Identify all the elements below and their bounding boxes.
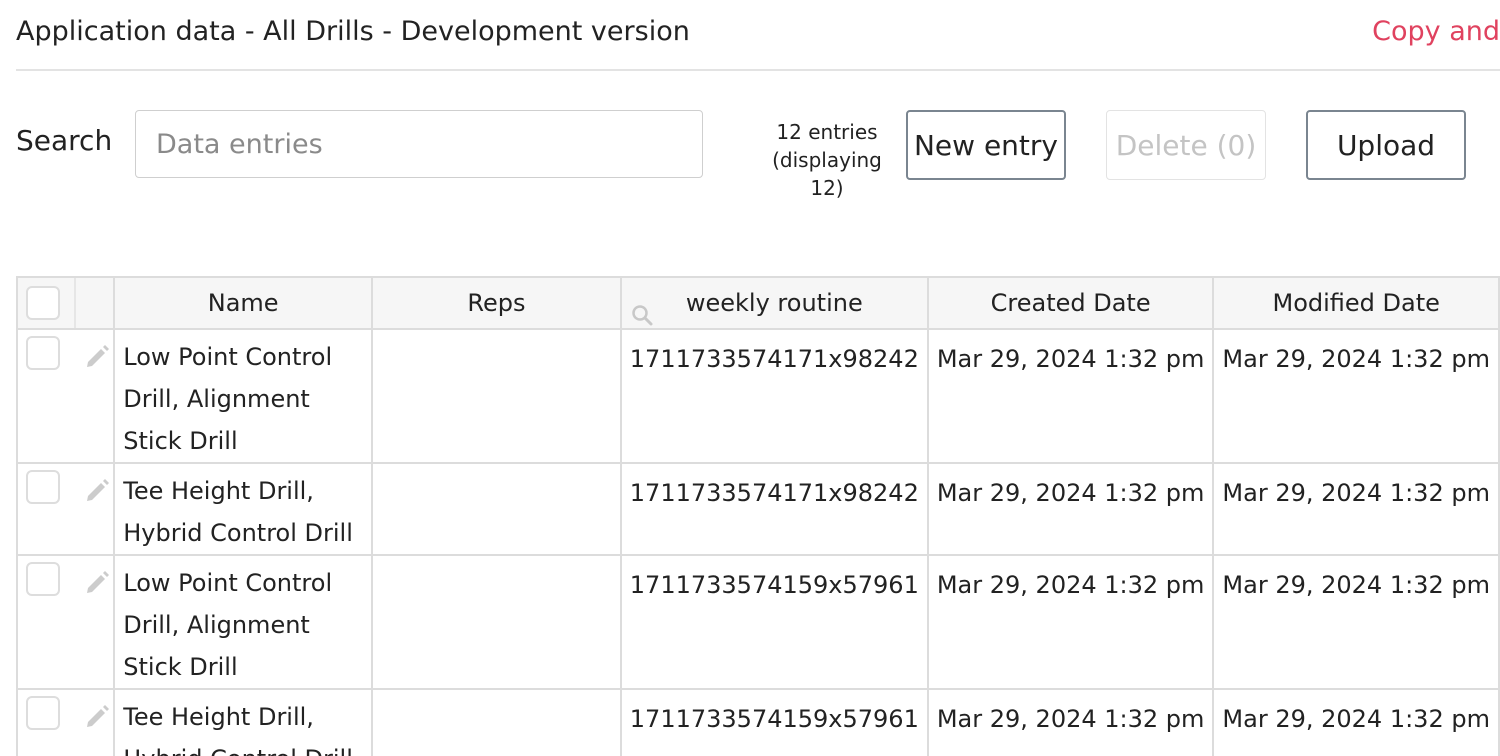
pencil-icon[interactable] bbox=[82, 340, 112, 370]
cell-created-text: Mar 29, 2024 1:32 pm bbox=[936, 345, 1205, 373]
title-bar: Application data - All Drills - Developm… bbox=[16, 0, 1500, 71]
search-icon[interactable] bbox=[630, 303, 654, 327]
row-controls-cell bbox=[15, 688, 116, 756]
header-divider bbox=[74, 278, 76, 328]
select-all-header bbox=[15, 276, 116, 330]
cell-modified: Mar 29, 2024 1:32 pm bbox=[1212, 462, 1500, 556]
upload-button[interactable]: Upload bbox=[1306, 110, 1466, 180]
pencil-icon[interactable] bbox=[82, 700, 112, 730]
search-label: Search bbox=[16, 124, 113, 157]
cell-modified-text: Mar 29, 2024 1:32 pm bbox=[1222, 479, 1490, 507]
cell-reps bbox=[371, 328, 622, 464]
row-checkbox[interactable] bbox=[26, 336, 60, 370]
entries-count-line2: (displaying bbox=[772, 148, 882, 172]
column-header-weekly-routine[interactable]: weekly routine bbox=[619, 276, 929, 330]
cell-reps bbox=[371, 462, 622, 556]
cell-weekly-routine: 1711733574159x57961 bbox=[619, 688, 929, 756]
cell-name: Low Point Control Drill, Alignment Stick… bbox=[113, 328, 374, 464]
table-row[interactable]: Tee Height Drill, Hybrid Control Drill 1… bbox=[15, 462, 1500, 556]
new-entry-button[interactable]: New entry bbox=[906, 110, 1066, 180]
cell-weekly-routine: 1711733574171x98242 bbox=[619, 462, 929, 556]
cell-name: Tee Height Drill, Hybrid Control Drill bbox=[113, 688, 374, 756]
data-table: Name Reps weekly routine Created Date Mo… bbox=[15, 276, 1500, 756]
cell-created-text: Mar 29, 2024 1:32 pm bbox=[936, 705, 1205, 733]
entries-count-line1: 12 entries bbox=[776, 120, 878, 144]
cell-weekly-text: 1711733574159x57961 bbox=[629, 571, 919, 599]
cell-created: Mar 29, 2024 1:32 pm bbox=[926, 328, 1215, 464]
table-row[interactable]: Tee Height Drill, Hybrid Control Drill 1… bbox=[15, 688, 1500, 756]
cell-weekly-text: 1711733574171x98242 bbox=[629, 345, 919, 373]
table-row[interactable]: Low Point Control Drill, Alignment Stick… bbox=[15, 554, 1500, 690]
cell-name: Low Point Control Drill, Alignment Stick… bbox=[113, 554, 374, 690]
table-header-row: Name Reps weekly routine Created Date Mo… bbox=[15, 276, 1500, 330]
delete-button[interactable]: Delete (0) bbox=[1106, 110, 1266, 180]
pencil-icon[interactable] bbox=[82, 566, 112, 596]
row-controls-cell bbox=[15, 328, 116, 464]
pencil-icon[interactable] bbox=[82, 474, 112, 504]
cell-reps-text bbox=[373, 464, 620, 472]
cell-reps bbox=[371, 688, 622, 756]
search-input[interactable] bbox=[135, 110, 703, 178]
cell-created: Mar 29, 2024 1:32 pm bbox=[926, 462, 1215, 556]
row-controls-cell bbox=[15, 554, 116, 690]
row-checkbox[interactable] bbox=[26, 470, 60, 504]
column-header-created[interactable]: Created Date bbox=[926, 276, 1215, 330]
cell-name: Tee Height Drill, Hybrid Control Drill bbox=[113, 462, 374, 556]
cell-modified: Mar 29, 2024 1:32 pm bbox=[1212, 688, 1500, 756]
cell-reps bbox=[371, 554, 622, 690]
cell-reps-text bbox=[373, 690, 620, 698]
row-checkbox[interactable] bbox=[26, 562, 60, 596]
table-row[interactable]: Low Point Control Drill, Alignment Stick… bbox=[15, 328, 1500, 464]
cell-name-text: Low Point Control Drill, Alignment Stick… bbox=[123, 569, 333, 681]
row-checkbox[interactable] bbox=[26, 696, 60, 730]
cell-name-text: Tee Height Drill, Hybrid Control Drill bbox=[123, 703, 353, 756]
cell-created-text: Mar 29, 2024 1:32 pm bbox=[936, 571, 1205, 599]
column-header-name[interactable]: Name bbox=[113, 276, 374, 330]
select-all-checkbox[interactable] bbox=[26, 286, 60, 320]
cell-modified-text: Mar 29, 2024 1:32 pm bbox=[1222, 705, 1490, 733]
row-controls-cell bbox=[15, 462, 116, 556]
entries-count: 12 entries (displaying 12) bbox=[752, 118, 902, 202]
cell-weekly-routine: 1711733574159x57961 bbox=[619, 554, 929, 690]
column-header-reps[interactable]: Reps bbox=[371, 276, 622, 330]
entries-count-line3: 12) bbox=[810, 176, 844, 200]
cell-created-text: Mar 29, 2024 1:32 pm bbox=[936, 479, 1205, 507]
cell-modified-text: Mar 29, 2024 1:32 pm bbox=[1222, 571, 1490, 599]
column-header-modified[interactable]: Modified Date bbox=[1212, 276, 1500, 330]
cell-weekly-routine: 1711733574171x98242 bbox=[619, 328, 929, 464]
cell-name-text: Low Point Control Drill, Alignment Stick… bbox=[123, 343, 333, 455]
cell-modified: Mar 29, 2024 1:32 pm bbox=[1212, 328, 1500, 464]
cell-modified: Mar 29, 2024 1:32 pm bbox=[1212, 554, 1500, 690]
copy-link[interactable]: Copy and bbox=[1372, 16, 1500, 47]
column-header-weekly-label: weekly routine bbox=[685, 289, 863, 317]
cell-name-text: Tee Height Drill, Hybrid Control Drill bbox=[123, 477, 353, 547]
cell-created: Mar 29, 2024 1:32 pm bbox=[926, 688, 1215, 756]
cell-modified-text: Mar 29, 2024 1:32 pm bbox=[1222, 345, 1490, 373]
app-data-page: Application data - All Drills - Developm… bbox=[0, 0, 1500, 756]
cell-reps-text bbox=[373, 556, 620, 564]
cell-created: Mar 29, 2024 1:32 pm bbox=[926, 554, 1215, 690]
cell-weekly-text: 1711733574171x98242 bbox=[629, 479, 919, 507]
cell-weekly-text: 1711733574159x57961 bbox=[629, 705, 919, 733]
cell-reps-text bbox=[373, 330, 620, 338]
page-title: Application data - All Drills - Developm… bbox=[16, 16, 690, 47]
